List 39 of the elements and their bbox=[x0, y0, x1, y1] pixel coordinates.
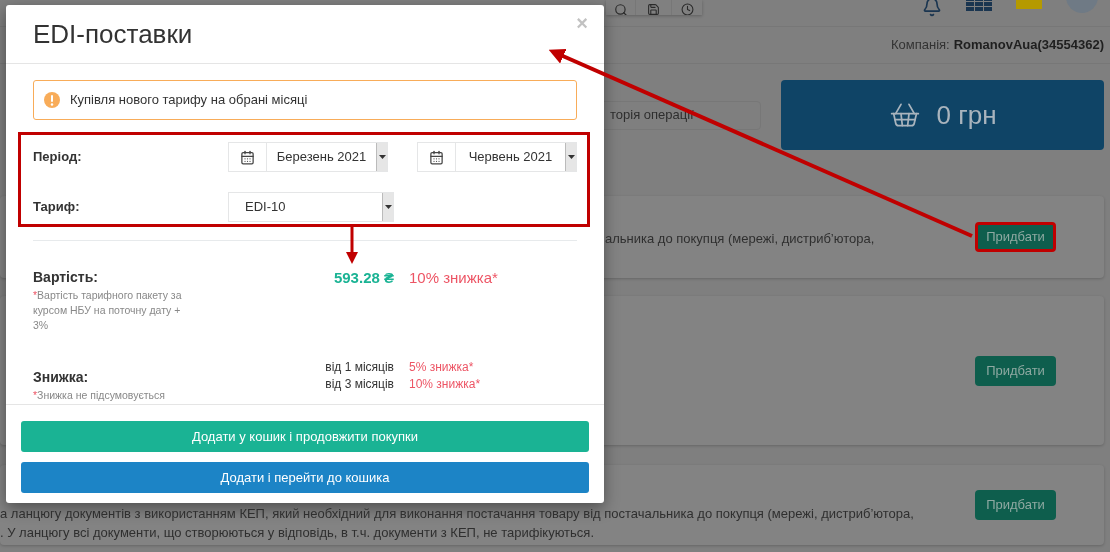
buy-button[interactable]: Придбати bbox=[975, 222, 1056, 252]
buy-button[interactable]: Придбати bbox=[975, 355, 1056, 386]
cost-label: Вартість: bbox=[33, 268, 99, 287]
tariff-select[interactable]: EDI-10 bbox=[228, 192, 394, 222]
add-to-cart-button[interactable]: Додати у кошик і продовжити покупки bbox=[21, 421, 589, 452]
offer-description: а ланцюгу документів з використанням КЕП, який необхідний для виконання постачання товару від постачальника до покупця (мережі, дистриб’ютора, bbox=[0, 505, 914, 523]
add-to-cart-button[interactable]: Додати і перейти до кошика bbox=[21, 462, 589, 493]
company-name: RomanovAua(34554362) bbox=[953, 36, 1104, 55]
company-label: Компанія: bbox=[890, 36, 950, 55]
annotation-arrow bbox=[346, 227, 358, 264]
dropdown-caret-icon[interactable] bbox=[376, 143, 388, 171]
month-select[interactable]: Червень 2021 bbox=[416, 142, 577, 172]
calendar-icon bbox=[428, 149, 444, 165]
tier-discount: 5% знижка* bbox=[409, 359, 474, 376]
tier-period: від 3 місяців bbox=[324, 376, 394, 393]
alert-text: Купівля нового тарифу на обрані місяці bbox=[70, 91, 308, 110]
dropdown-caret-icon[interactable] bbox=[565, 143, 576, 171]
close-button[interactable]: × bbox=[576, 13, 588, 33]
buy-button[interactable]: Придбати bbox=[975, 490, 1056, 520]
warning-icon bbox=[44, 92, 60, 108]
cart-total: 0 грн bbox=[936, 98, 997, 132]
calendar-icon bbox=[240, 149, 255, 165]
tier-period: від 1 місяців bbox=[324, 359, 394, 376]
tariff-label: Тариф: bbox=[33, 198, 81, 217]
modal-title: EDI-поставки bbox=[33, 17, 193, 51]
month-select[interactable]: Березень 2021 bbox=[228, 142, 389, 172]
offer-description: альника до покупця (мережі, дистриб’ютора, bbox=[605, 230, 875, 248]
discount-note: *Знижка не підсумовується bbox=[33, 388, 167, 403]
offer-description: . У ланцюгу всі документи, що створюються у відповідь, в т.ч. документи з КЕП, не тарифікуються. bbox=[0, 524, 594, 542]
tier-discount: 10% знижка* bbox=[409, 376, 481, 393]
price-discount: 10% знижка* bbox=[409, 268, 498, 288]
cart-panel[interactable]: 0 грн bbox=[781, 80, 1104, 150]
cost-note: *Вартість тарифного пакету за курсом НБУ на поточну дату + 3% bbox=[33, 288, 183, 333]
dropdown-caret-icon[interactable] bbox=[382, 193, 393, 221]
discount-label: Знижка: bbox=[33, 368, 90, 387]
period-label: Період: bbox=[33, 148, 83, 167]
apps-grid-icon[interactable] bbox=[966, 0, 992, 11]
bell-icon[interactable] bbox=[922, 0, 942, 17]
price: 593.28 ₴ bbox=[332, 268, 394, 288]
